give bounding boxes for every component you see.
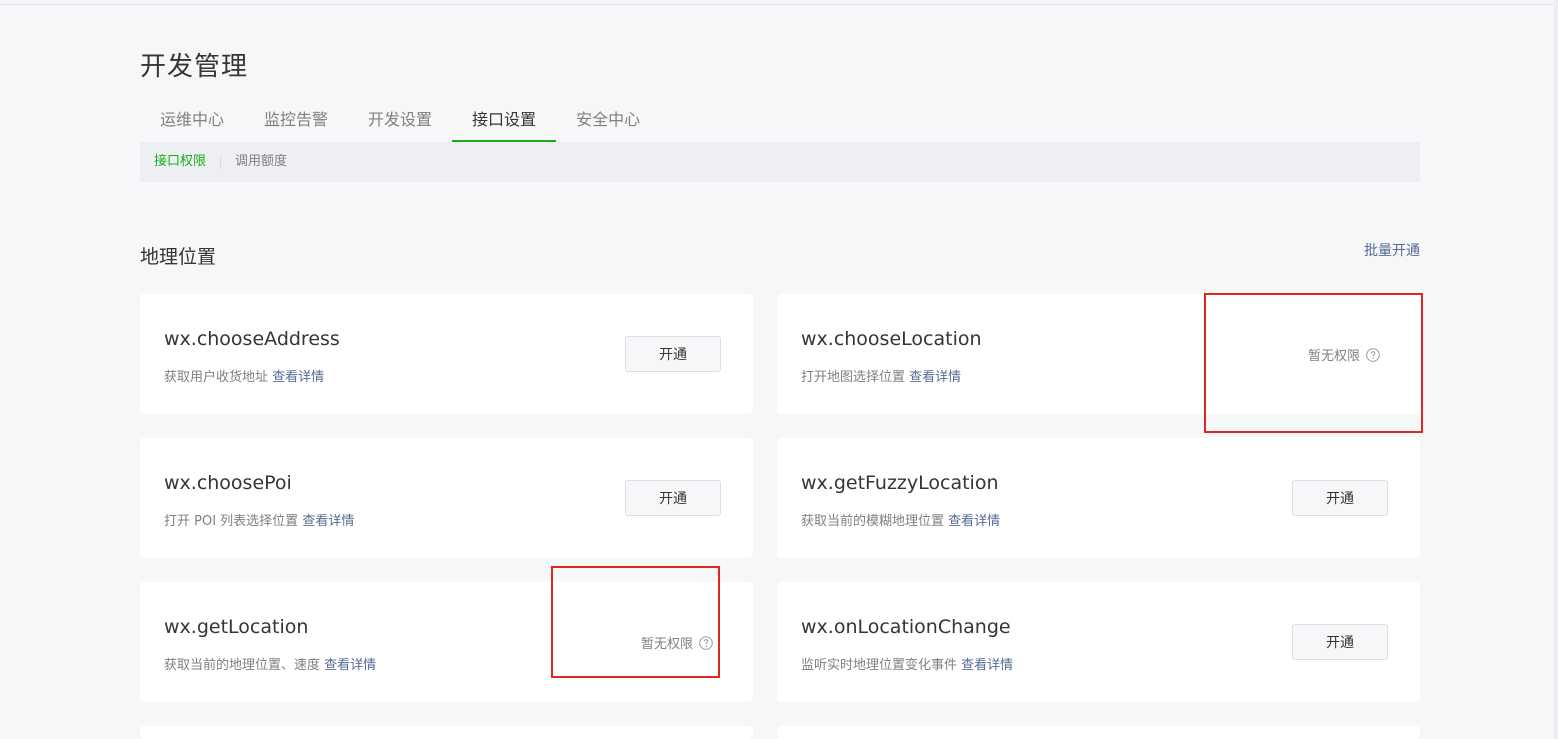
- api-description: 获取当前的地理位置、速度 查看详情: [164, 654, 376, 673]
- page-title: 开发管理: [140, 52, 249, 82]
- subtab-call-quota[interactable]: 调用额度: [221, 155, 301, 169]
- no-permission-status: 暂无权限: [1308, 345, 1380, 364]
- api-description-text: 监听实时地理位置变化事件: [801, 658, 958, 673]
- api-description-text: 获取当前的地理位置、速度: [164, 658, 321, 673]
- api-name: wx.chooseLocation: [801, 328, 982, 350]
- view-details-link[interactable]: 查看详情: [302, 514, 354, 529]
- view-details-link[interactable]: 查看详情: [948, 514, 1000, 529]
- view-details-link[interactable]: 查看详情: [961, 658, 1013, 673]
- section-title: 地理位置: [140, 246, 217, 268]
- api-card: [140, 726, 753, 739]
- api-description: 获取用户收货地址 查看详情: [164, 366, 324, 385]
- open-button[interactable]: 开通: [1292, 624, 1388, 660]
- api-name: wx.onLocationChange: [801, 616, 1011, 638]
- api-description-text: 获取用户收货地址: [164, 370, 269, 385]
- tab-security-center[interactable]: 安全中心: [556, 102, 660, 142]
- no-permission-status: 暂无权限: [641, 633, 713, 652]
- main-tabs: 运维中心 监控告警 开发设置 接口设置 安全中心: [140, 102, 1420, 143]
- view-details-link[interactable]: 查看详情: [909, 370, 961, 385]
- api-card: wx.getLocation 获取当前的地理位置、速度 查看详情 暂无权限: [140, 582, 753, 702]
- batch-open-link[interactable]: 批量开通: [1364, 240, 1420, 260]
- scrollbar-track[interactable]: [1554, 0, 1558, 739]
- question-circle-icon[interactable]: [1366, 347, 1380, 362]
- sub-tabs: 接口权限 调用额度: [140, 142, 1420, 182]
- no-permission-label: 暂无权限: [1308, 349, 1361, 364]
- open-button[interactable]: 开通: [625, 336, 721, 372]
- api-description: 获取当前的模糊地理位置 查看详情: [801, 510, 1000, 529]
- api-card: wx.chooseAddress 获取用户收货地址 查看详情 开通: [140, 294, 753, 414]
- api-name: wx.getFuzzyLocation: [801, 472, 999, 494]
- subtab-api-permissions[interactable]: 接口权限: [140, 155, 220, 169]
- api-card: wx.onLocationChange 监听实时地理位置变化事件 查看详情 开通: [777, 582, 1420, 702]
- api-card: wx.choosePoi 打开 POI 列表选择位置 查看详情 开通: [140, 438, 753, 558]
- open-button[interactable]: 开通: [1292, 480, 1388, 516]
- api-card: [777, 726, 1420, 739]
- tab-dev-settings[interactable]: 开发设置: [348, 102, 452, 142]
- top-divider: [0, 0, 1558, 5]
- tab-monitoring-alerts[interactable]: 监控告警: [244, 102, 348, 142]
- api-description: 打开 POI 列表选择位置 查看详情: [164, 510, 354, 529]
- api-description-text: 打开地图选择位置: [801, 370, 906, 385]
- view-details-link[interactable]: 查看详情: [272, 370, 324, 385]
- tab-ops-center[interactable]: 运维中心: [140, 102, 244, 142]
- tab-api-settings[interactable]: 接口设置: [452, 102, 557, 142]
- open-button[interactable]: 开通: [625, 480, 721, 516]
- question-circle-icon[interactable]: [699, 635, 713, 650]
- api-description-text: 打开 POI 列表选择位置: [164, 514, 299, 529]
- no-permission-label: 暂无权限: [641, 637, 694, 652]
- api-name: wx.chooseAddress: [164, 328, 340, 350]
- api-card: wx.chooseLocation 打开地图选择位置 查看详情 暂无权限: [777, 294, 1420, 414]
- api-name: wx.choosePoi: [164, 472, 292, 494]
- api-description: 监听实时地理位置变化事件 查看详情: [801, 654, 1013, 673]
- view-details-link[interactable]: 查看详情: [324, 658, 376, 673]
- api-description-text: 获取当前的模糊地理位置: [801, 514, 945, 529]
- api-card: wx.getFuzzyLocation 获取当前的模糊地理位置 查看详情 开通: [777, 438, 1420, 558]
- api-name: wx.getLocation: [164, 616, 309, 638]
- api-description: 打开地图选择位置 查看详情: [801, 366, 961, 385]
